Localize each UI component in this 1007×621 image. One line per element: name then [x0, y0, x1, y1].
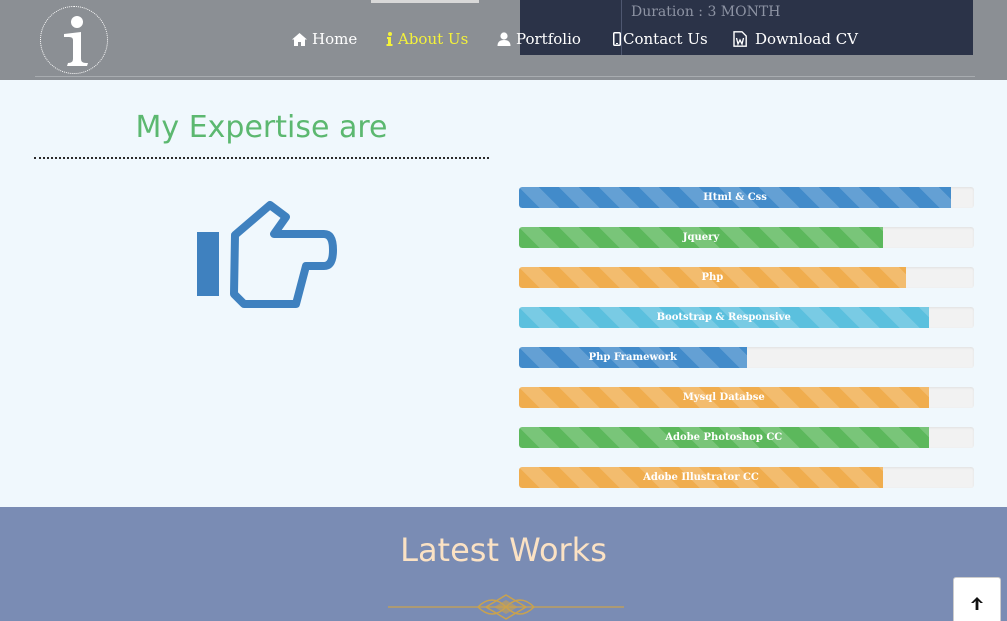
- info-icon: [64, 16, 88, 66]
- skill-bar-track: Adobe Illustrator CC: [519, 467, 974, 488]
- skill-bar-track: Jquery: [519, 227, 974, 248]
- header-top-tab: [371, 0, 479, 3]
- nav-contact-us[interactable]: Contact Us: [613, 29, 708, 49]
- nav-home[interactable]: Home: [292, 29, 357, 49]
- latest-works-section: Latest Works: [0, 507, 1007, 621]
- expertise-title: My Expertise are: [135, 110, 388, 145]
- user-icon: [497, 32, 511, 46]
- skill-bar-label: Adobe Photoshop CC: [665, 432, 783, 443]
- skill-bar-track: Bootstrap & Responsive: [519, 307, 974, 328]
- nav-portfolio-label: Portfolio: [516, 30, 581, 48]
- skill-bar-label: Mysql Databse: [682, 392, 765, 403]
- nav-portfolio[interactable]: Portfolio: [497, 29, 581, 49]
- header-divider: [35, 76, 975, 77]
- skill-bar-fill: Html & Css: [519, 187, 952, 208]
- skill-bar-label: Php Framework: [588, 352, 677, 363]
- skill-bar-fill: Php: [519, 267, 906, 288]
- expertise-title-underline: [34, 157, 489, 159]
- site-header: Duration : 3 MONTH Home About Us Portfol…: [0, 0, 1007, 80]
- nav-contact-us-label: Contact Us: [623, 30, 708, 48]
- ornament-divider-icon: [388, 594, 624, 620]
- nav-about-us[interactable]: About Us: [386, 29, 468, 49]
- skill-bar-label: Html & Css: [703, 192, 767, 203]
- back-to-top-button[interactable]: [953, 577, 1001, 621]
- skill-bar-fill: Bootstrap & Responsive: [519, 307, 929, 328]
- nav-download-cv-label: Download CV: [755, 30, 859, 48]
- skill-bar-label: Adobe Illustrator CC: [643, 472, 759, 483]
- skill-bar-label: Bootstrap & Responsive: [656, 312, 791, 323]
- arrow-up-icon: [971, 597, 983, 610]
- nav-about-us-label: About Us: [398, 30, 469, 48]
- logo[interactable]: [40, 6, 108, 74]
- home-icon: [292, 32, 307, 46]
- latest-works-title: Latest Works: [400, 531, 607, 569]
- skill-bar-fill: Mysql Databse: [519, 387, 929, 408]
- nav-download-cv[interactable]: Download CV: [733, 29, 858, 49]
- hand-pointing-right-icon: [197, 201, 337, 308]
- skill-bar-track: Html & Css: [519, 187, 974, 208]
- skill-bar-fill: Php Framework: [519, 347, 747, 368]
- skill-bar-fill: Adobe Illustrator CC: [519, 467, 883, 488]
- skill-bar-label: Jquery: [682, 232, 720, 243]
- skill-bar-track: Mysql Databse: [519, 387, 974, 408]
- skill-bar-track: Php Framework: [519, 347, 974, 368]
- info-icon: [386, 32, 393, 46]
- duration-text: Duration : 3 MONTH: [631, 4, 781, 20]
- mobile-icon: [613, 32, 621, 46]
- skill-bar-label: Php: [701, 272, 724, 283]
- skill-bar-track: Adobe Photoshop CC: [519, 427, 974, 448]
- skill-bar-fill: Adobe Photoshop CC: [519, 427, 929, 448]
- nav-home-label: Home: [312, 30, 358, 48]
- skill-bar-track: Php: [519, 267, 974, 288]
- word-file-icon: [733, 31, 747, 47]
- skill-bar-fill: Jquery: [519, 227, 883, 248]
